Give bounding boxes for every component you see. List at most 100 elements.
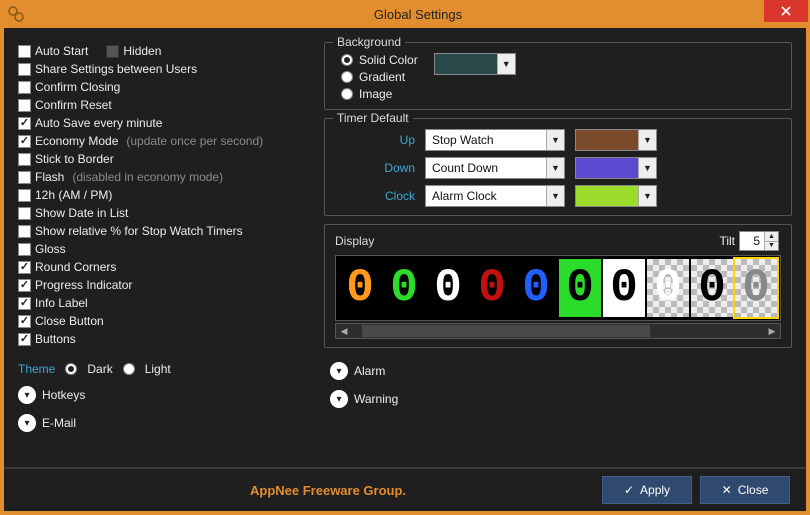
email-disclosure[interactable]: ▾ E-Mail: [18, 414, 310, 432]
background-title: Background: [333, 35, 405, 49]
option-label: Show relative % for Stop Watch Timers: [35, 224, 243, 238]
window-close-button[interactable]: [764, 0, 808, 22]
option-label: Round Corners: [35, 260, 116, 274]
theme-dark-radio[interactable]: [65, 363, 77, 375]
theme-light-radio[interactable]: [123, 363, 135, 375]
option-row: Round Corners: [18, 258, 310, 276]
spinner-up-icon[interactable]: ▲: [764, 232, 778, 242]
theme-dark-label: Dark: [87, 362, 112, 376]
timer-name-combo[interactable]: Alarm Clock▼: [425, 185, 565, 207]
checkbox[interactable]: [18, 333, 31, 346]
checkbox[interactable]: [18, 117, 31, 130]
combo-value: Alarm Clock: [426, 189, 546, 203]
bg-solid-radio[interactable]: [341, 54, 353, 66]
color-swatch: [576, 130, 638, 150]
option-label: Stick to Border: [35, 152, 114, 166]
display-style-cell[interactable]: 0: [471, 259, 513, 317]
checkbox[interactable]: [18, 63, 31, 76]
display-group: Display Tilt 5 ▲ ▼ 0000: [324, 224, 792, 348]
option-row: Show relative % for Stop Watch Timers: [18, 222, 310, 240]
checkbox[interactable]: [18, 45, 31, 58]
option-row: Auto Save every minute: [18, 114, 310, 132]
bg-color-picker[interactable]: ▼: [434, 53, 516, 75]
background-group: Background Solid Color Gradient: [324, 42, 792, 110]
display-style-cell[interactable]: 0: [339, 259, 381, 317]
display-style-cell[interactable]: 0: [735, 259, 777, 317]
scroll-left-icon[interactable]: ◀: [336, 324, 352, 338]
timer-default-group: Timer Default UpStop Watch▼▼DownCount Do…: [324, 118, 792, 216]
display-style-cell[interactable]: 0: [691, 259, 733, 317]
display-style-cell[interactable]: 0: [515, 259, 557, 317]
timer-name-combo[interactable]: Stop Watch▼: [425, 129, 565, 151]
option-row: Share Settings between Users: [18, 60, 310, 78]
checkbox[interactable]: [18, 171, 31, 184]
checkbox[interactable]: [18, 135, 31, 148]
close-label: Close: [738, 483, 769, 497]
checkbox[interactable]: [18, 207, 31, 220]
option-label: Economy Mode: [35, 134, 118, 148]
timer-default-title: Timer Default: [333, 111, 413, 125]
checkbox[interactable]: [18, 225, 31, 238]
option-row: Economy Mode(update once per second): [18, 132, 310, 150]
checkbox[interactable]: [18, 315, 31, 328]
checkbox[interactable]: [18, 99, 31, 112]
alarm-disclosure[interactable]: ▾ Alarm: [330, 362, 792, 380]
hidden-checkbox[interactable]: [106, 45, 119, 58]
option-row: Show Date in List: [18, 204, 310, 222]
apply-button[interactable]: ✓ Apply: [602, 476, 692, 504]
bg-image-radio[interactable]: [341, 88, 353, 100]
checkbox[interactable]: [18, 243, 31, 256]
email-label: E-Mail: [42, 416, 76, 430]
display-style-cell[interactable]: 0: [603, 259, 645, 317]
timer-name-combo[interactable]: Count Down▼: [425, 157, 565, 179]
window-title: Global Settings: [26, 7, 810, 22]
scroll-right-icon[interactable]: ▶: [764, 324, 780, 338]
checkbox[interactable]: [18, 189, 31, 202]
scroll-track[interactable]: [352, 324, 764, 338]
timer-color-picker[interactable]: ▼: [575, 129, 657, 151]
display-strip: 0000000000: [335, 255, 781, 321]
option-row: 12h (AM / PM): [18, 186, 310, 204]
content: Auto StartHiddenShare Settings between U…: [4, 28, 806, 467]
hidden-label: Hidden: [123, 44, 161, 58]
tilt-spinner[interactable]: 5 ▲ ▼: [739, 231, 779, 251]
option-row: Close Button: [18, 312, 310, 330]
bg-image-label: Image: [359, 87, 392, 101]
checkbox[interactable]: [18, 279, 31, 292]
dropdown-arrow-icon: ▼: [638, 186, 656, 206]
dropdown-arrow-icon: ▼: [546, 186, 564, 206]
display-style-cell[interactable]: 0: [383, 259, 425, 317]
bg-color-swatch: [435, 54, 497, 74]
display-style-cell[interactable]: 0: [647, 259, 689, 317]
dropdown-arrow-icon: ▼: [638, 158, 656, 178]
chevron-down-icon: ▾: [330, 390, 348, 408]
option-label: Info Label: [35, 296, 88, 310]
checkbox[interactable]: [18, 261, 31, 274]
option-row: Confirm Reset: [18, 96, 310, 114]
chevron-down-icon: ▾: [18, 386, 36, 404]
checkbox[interactable]: [18, 81, 31, 94]
tilt-label: Tilt: [719, 234, 735, 248]
timer-color-picker[interactable]: ▼: [575, 157, 657, 179]
apply-label: Apply: [640, 483, 670, 497]
app-icon: [6, 4, 26, 24]
timer-row-label: Down: [365, 161, 415, 175]
warning-label: Warning: [354, 392, 398, 406]
warning-disclosure[interactable]: ▾ Warning: [330, 390, 792, 408]
display-style-cell[interactable]: 0: [559, 259, 601, 317]
alarm-label: Alarm: [354, 364, 385, 378]
display-scrollbar[interactable]: ◀ ▶: [335, 323, 781, 339]
spinner-down-icon[interactable]: ▼: [764, 242, 778, 251]
bg-gradient-radio[interactable]: [341, 71, 353, 83]
dropdown-arrow-icon: ▼: [546, 130, 564, 150]
checkbox[interactable]: [18, 153, 31, 166]
display-style-cell[interactable]: 0: [427, 259, 469, 317]
option-label: Progress Indicator: [35, 278, 132, 292]
close-button[interactable]: ✕ Close: [700, 476, 790, 504]
option-label: Gloss: [35, 242, 66, 256]
close-icon: ✕: [722, 483, 732, 497]
checkbox[interactable]: [18, 297, 31, 310]
scroll-thumb[interactable]: [362, 325, 650, 337]
hotkeys-disclosure[interactable]: ▾ Hotkeys: [18, 386, 310, 404]
timer-color-picker[interactable]: ▼: [575, 185, 657, 207]
